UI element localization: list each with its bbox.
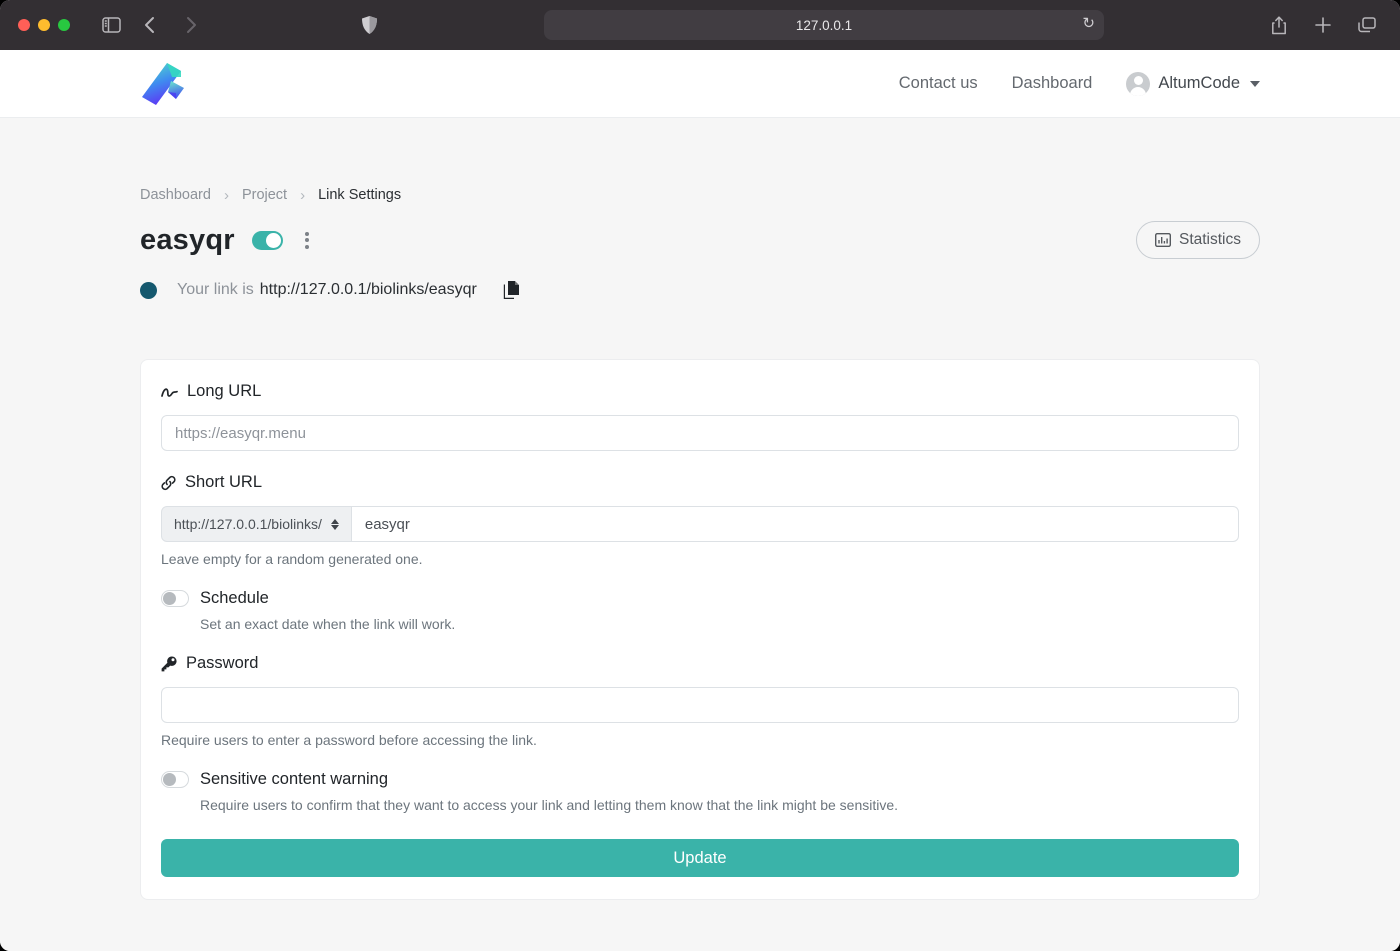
- breadcrumb-separator-icon: ›: [224, 188, 229, 203]
- update-button[interactable]: Update: [161, 839, 1239, 877]
- breadcrumb: Dashboard › Project › Link Settings: [140, 187, 1260, 203]
- link-enabled-toggle[interactable]: [252, 231, 283, 250]
- long-url-label-row: Long URL: [161, 382, 1239, 401]
- short-url-domain-value: http://127.0.0.1/biolinks/: [174, 516, 322, 532]
- schedule-toggle[interactable]: [161, 590, 189, 607]
- your-link-url[interactable]: http://127.0.0.1/biolinks/easyqr: [260, 281, 477, 299]
- your-link-prefix: Your link is: [177, 281, 254, 299]
- zoom-window-button[interactable]: [58, 19, 70, 31]
- nav-dashboard[interactable]: Dashboard: [1012, 74, 1093, 93]
- breadcrumb-link-settings: Link Settings: [318, 187, 401, 203]
- breadcrumb-project[interactable]: Project: [242, 187, 287, 203]
- key-icon: [161, 656, 177, 672]
- site-header: Contact us Dashboard AltumCode: [0, 50, 1400, 118]
- reload-icon[interactable]: ↻: [1082, 14, 1095, 32]
- back-button[interactable]: [134, 10, 164, 40]
- status-dot: [140, 282, 157, 299]
- account-name: AltumCode: [1158, 74, 1240, 93]
- long-url-label: Long URL: [187, 382, 261, 401]
- statistics-button-label: Statistics: [1179, 231, 1241, 249]
- short-url-label: Short URL: [185, 473, 262, 492]
- more-options-icon[interactable]: [305, 232, 309, 249]
- bar-chart-icon: [1155, 233, 1171, 247]
- main-nav: Contact us Dashboard AltumCode: [899, 72, 1260, 96]
- breadcrumb-dashboard[interactable]: Dashboard: [140, 187, 211, 203]
- sensitive-content-toggle[interactable]: [161, 771, 189, 788]
- altumcode-logo[interactable]: [140, 63, 188, 105]
- link-settings-card: Long URL Short URL http://127.0.0.1/biol…: [140, 359, 1260, 900]
- page-body: Dashboard › Project › Link Settings easy…: [0, 118, 1400, 951]
- sensitive-help: Require users to confirm that they want …: [200, 797, 1239, 813]
- browser-window: 127.0.0.1 ↻: [0, 0, 1400, 951]
- sidebar-icon[interactable]: [96, 10, 126, 40]
- long-url-input[interactable]: [161, 415, 1239, 451]
- share-icon[interactable]: [1264, 10, 1294, 40]
- password-help: Require users to enter a password before…: [161, 732, 1239, 748]
- nav-contact-us[interactable]: Contact us: [899, 74, 978, 93]
- short-url-label-row: Short URL: [161, 473, 1239, 492]
- password-label: Password: [186, 654, 258, 673]
- password-label-row: Password: [161, 654, 1239, 673]
- close-window-button[interactable]: [18, 19, 30, 31]
- window-controls: [18, 19, 70, 31]
- link-icon: [161, 475, 176, 491]
- statistics-button[interactable]: Statistics: [1136, 221, 1260, 259]
- breadcrumb-separator-icon: ›: [300, 188, 305, 203]
- address-bar[interactable]: 127.0.0.1 ↻: [544, 10, 1104, 40]
- select-caret-icon: [331, 519, 339, 530]
- tab-overview-icon[interactable]: [1352, 10, 1382, 40]
- sensitive-toggle-row: Sensitive content warning: [161, 770, 1239, 789]
- account-menu[interactable]: AltumCode: [1126, 72, 1260, 96]
- squiggle-icon: [161, 386, 178, 398]
- page-title: easyqr: [140, 224, 235, 257]
- sensitive-label: Sensitive content warning: [200, 770, 388, 789]
- short-url-help: Leave empty for a random generated one.: [161, 551, 1239, 567]
- schedule-toggle-row: Schedule: [161, 589, 1239, 608]
- new-tab-icon[interactable]: [1308, 10, 1338, 40]
- avatar: [1126, 72, 1150, 96]
- copy-link-icon[interactable]: [503, 281, 519, 299]
- privacy-shield-icon[interactable]: [354, 10, 384, 40]
- password-input[interactable]: [161, 687, 1239, 723]
- short-url-domain-select[interactable]: http://127.0.0.1/biolinks/: [161, 506, 352, 542]
- schedule-label: Schedule: [200, 589, 269, 608]
- schedule-help: Set an exact date when the link will wor…: [200, 616, 1239, 632]
- chevron-down-icon: [1250, 81, 1260, 87]
- forward-button[interactable]: [176, 10, 206, 40]
- short-url-input[interactable]: [352, 506, 1239, 542]
- browser-toolbar: 127.0.0.1 ↻: [0, 0, 1400, 50]
- address-bar-url: 127.0.0.1: [796, 18, 852, 33]
- minimize-window-button[interactable]: [38, 19, 50, 31]
